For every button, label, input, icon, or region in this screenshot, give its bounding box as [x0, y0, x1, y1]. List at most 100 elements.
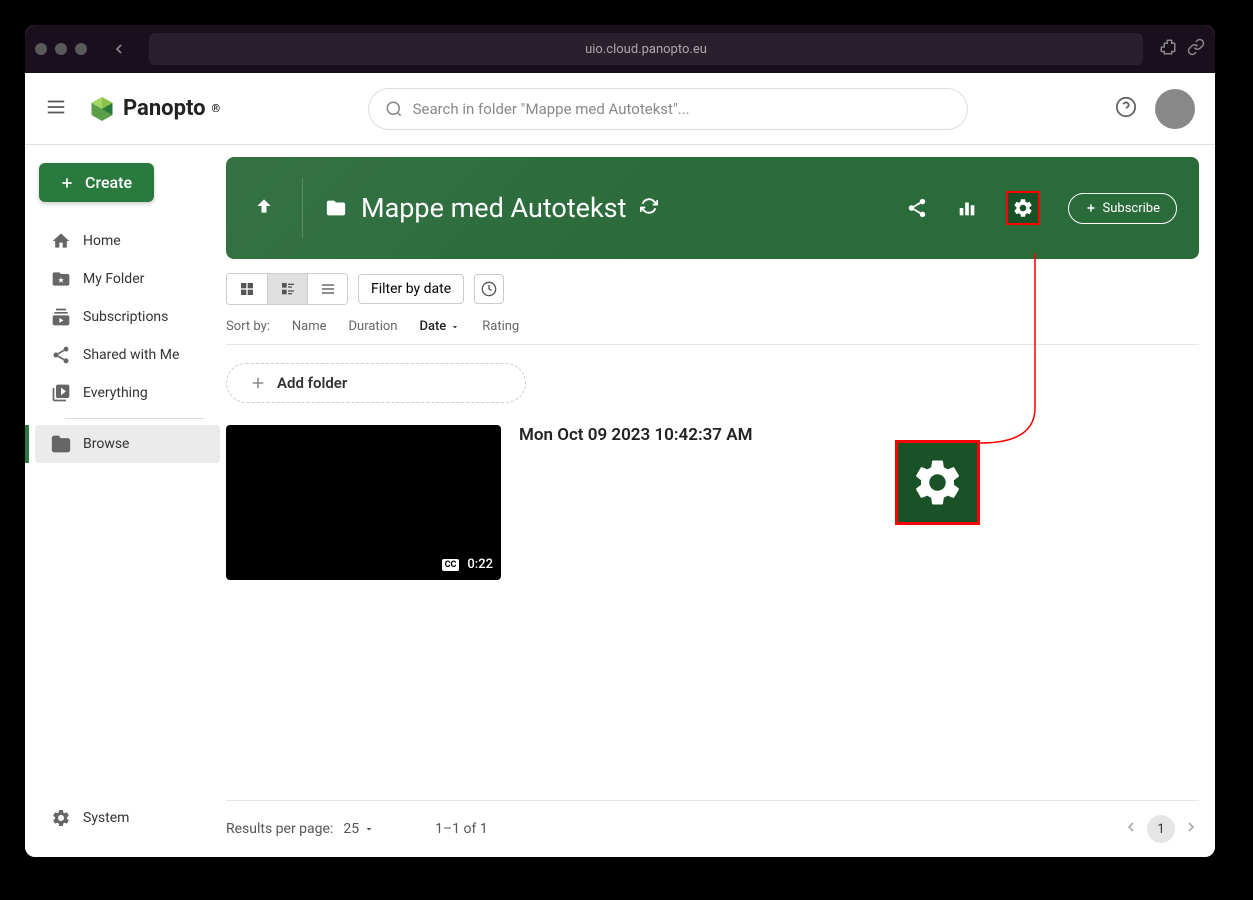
prev-page-button[interactable] — [1123, 819, 1139, 839]
browser-back-button[interactable] — [105, 35, 133, 63]
brand-name: Panopto — [123, 96, 206, 121]
results-range: 1–1 of 1 — [435, 821, 488, 837]
plus-icon — [1085, 202, 1097, 214]
page-number[interactable]: 1 — [1147, 815, 1175, 843]
maximize-window-dot[interactable] — [75, 43, 87, 55]
sort-row: Sort by: Name Duration Date Rating — [226, 319, 1199, 345]
chevron-down-icon — [450, 322, 460, 332]
grid-view-button[interactable] — [227, 274, 267, 304]
list-compact-view-button[interactable] — [307, 274, 347, 304]
search-box[interactable] — [368, 88, 968, 130]
list-icon — [320, 281, 336, 297]
gear-callout-annotation — [895, 440, 980, 525]
gear-icon — [1012, 197, 1034, 219]
window-controls[interactable] — [35, 43, 87, 55]
minimize-window-dot[interactable] — [55, 43, 67, 55]
up-folder-button[interactable] — [248, 187, 280, 229]
browser-url-bar[interactable]: uio.cloud.panopto.eu — [149, 33, 1143, 65]
share-folder-button[interactable] — [906, 197, 928, 219]
arrow-up-icon — [254, 193, 274, 219]
create-button[interactable]: Create — [39, 163, 154, 202]
sidebar-item-shared[interactable]: Shared with Me — [35, 336, 220, 374]
list-large-view-button[interactable] — [267, 274, 307, 304]
search-icon — [385, 100, 403, 118]
subscribe-label: Subscribe — [1103, 201, 1160, 216]
video-library-icon — [51, 383, 71, 403]
subscribe-button[interactable]: Subscribe — [1068, 193, 1177, 224]
browser-titlebar: uio.cloud.panopto.eu — [25, 25, 1215, 73]
video-thumbnail[interactable]: CC 0:22 — [226, 425, 501, 580]
chevron-left-icon — [1123, 819, 1139, 835]
video-duration: 0:22 — [467, 557, 493, 572]
sidebar-item-label: Browse — [83, 436, 129, 452]
folder-header: Mappe med Autotekst — [226, 157, 1199, 259]
subscriptions-icon — [51, 307, 71, 327]
results-footer: Results per page: 25 1–1 of 1 1 — [226, 800, 1199, 857]
folder-icon — [325, 197, 347, 219]
panopto-logo-icon — [87, 94, 117, 124]
plus-icon — [59, 175, 75, 191]
sidebar-item-label: Shared with Me — [83, 347, 179, 363]
view-toolbar: Filter by date — [226, 259, 1199, 319]
extension-icon[interactable] — [1159, 38, 1177, 60]
sidebar-item-my-folder[interactable]: My Folder — [35, 260, 220, 298]
link-icon[interactable] — [1187, 38, 1205, 60]
pagination: 1 — [1123, 815, 1199, 843]
schedule-button[interactable] — [474, 274, 504, 304]
chevron-right-icon — [1183, 819, 1199, 835]
next-page-button[interactable] — [1183, 819, 1199, 839]
folder-icon — [51, 434, 71, 454]
refresh-button[interactable] — [640, 197, 658, 219]
cc-badge: CC — [442, 559, 460, 571]
sidebar-item-subscriptions[interactable]: Subscriptions — [35, 298, 220, 336]
browser-url: uio.cloud.panopto.eu — [585, 42, 707, 57]
folder-title: Mappe med Autotekst — [361, 192, 626, 224]
video-item[interactable]: CC 0:22 Mon Oct 09 2023 10:42:37 AM — [226, 425, 1199, 580]
sidebar-item-everything[interactable]: Everything — [35, 374, 220, 412]
view-toggle-group — [226, 273, 348, 305]
gear-icon — [910, 455, 965, 510]
sort-date[interactable]: Date — [419, 319, 460, 334]
sidebar-item-home[interactable]: Home — [35, 222, 220, 260]
sidebar-item-label: Everything — [83, 385, 148, 401]
sidebar: Create Home My Folder Subscriptions Shar… — [25, 145, 220, 857]
sidebar-item-browse[interactable]: Browse — [35, 425, 220, 463]
video-title[interactable]: Mon Oct 09 2023 10:42:37 AM — [519, 425, 752, 445]
home-icon — [51, 231, 71, 251]
help-icon[interactable] — [1115, 96, 1137, 122]
share-icon — [906, 197, 928, 219]
add-folder-button[interactable]: Add folder — [226, 363, 526, 403]
search-input[interactable] — [413, 100, 951, 118]
plus-icon — [249, 374, 267, 392]
sidebar-item-label: Home — [83, 233, 121, 249]
per-page-dropdown[interactable]: 25 — [343, 821, 375, 837]
gear-icon — [51, 808, 71, 828]
user-avatar[interactable] — [1155, 89, 1195, 129]
grid-icon — [239, 281, 255, 297]
create-button-label: Create — [85, 173, 132, 192]
folder-settings-button[interactable] — [1006, 191, 1040, 225]
sort-by-label: Sort by: — [226, 319, 270, 334]
app-topbar: Panopto® — [25, 73, 1215, 145]
sort-rating[interactable]: Rating — [482, 319, 519, 334]
brand-logo[interactable]: Panopto® — [87, 94, 220, 124]
sidebar-item-label: My Folder — [83, 271, 144, 287]
filter-date-button[interactable]: Filter by date — [358, 274, 464, 304]
chevron-down-icon — [363, 823, 375, 835]
results-per-page-label: Results per page: — [226, 821, 333, 837]
folder-star-icon — [51, 269, 71, 289]
stats-button[interactable] — [956, 197, 978, 219]
system-label: System — [83, 810, 129, 826]
list-large-icon — [280, 281, 296, 297]
sidebar-item-system[interactable]: System — [35, 799, 220, 837]
clock-icon — [481, 281, 497, 297]
add-folder-label: Add folder — [277, 374, 347, 392]
share-icon — [51, 345, 71, 365]
sort-duration[interactable]: Duration — [349, 319, 398, 334]
close-window-dot[interactable] — [35, 43, 47, 55]
refresh-icon — [640, 197, 658, 215]
sort-name[interactable]: Name — [292, 319, 327, 334]
sidebar-item-label: Subscriptions — [83, 309, 168, 325]
bar-chart-icon — [956, 197, 978, 219]
hamburger-menu-icon[interactable] — [45, 96, 67, 122]
